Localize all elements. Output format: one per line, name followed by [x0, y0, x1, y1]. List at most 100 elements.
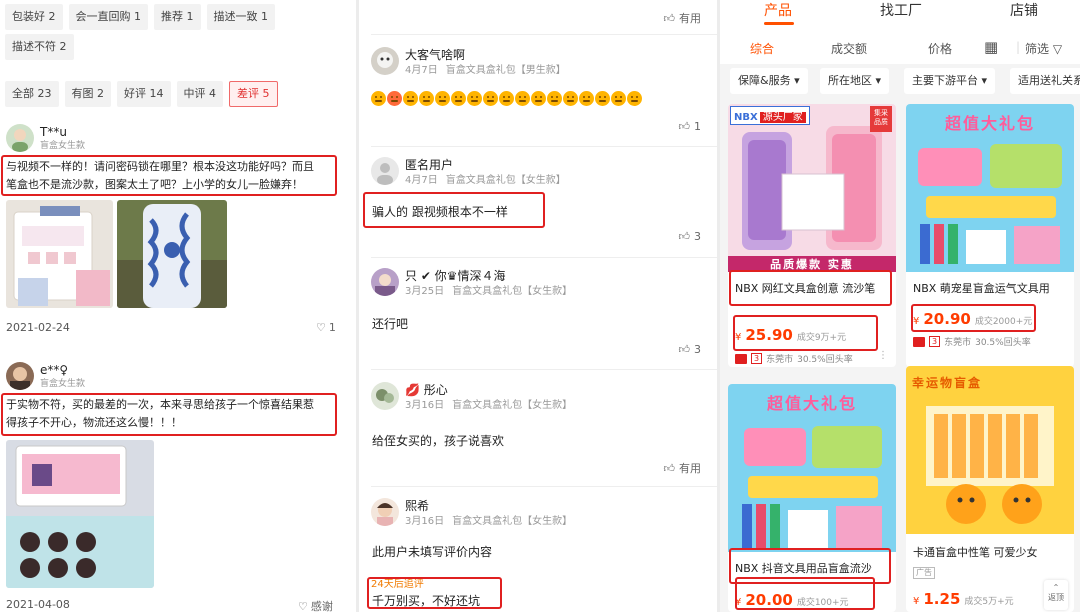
review-text: 给侄女买的，孩子说喜欢 [372, 434, 505, 448]
back-to-top-label: 返顶 [1048, 593, 1064, 602]
sales-volume: 成交5万+元 [964, 597, 1014, 607]
highlight-box [729, 270, 892, 306]
avatar[interactable] [371, 47, 399, 75]
back-to-top-button[interactable]: ⌃ 返顶 [1044, 580, 1068, 610]
review-text: 还行吧 [372, 317, 409, 331]
avatar[interactable] [371, 498, 399, 526]
separator [371, 369, 717, 370]
product-title[interactable]: 卡通盲盒中性笔 可爱少女 [913, 544, 1038, 560]
product-image[interactable]: 超值大礼包 [728, 384, 896, 552]
reviewer-name: 熙希 [405, 499, 430, 513]
grid-view-icon[interactable]: ▦ [984, 38, 998, 56]
product-card[interactable]: 幸运物盲盒 卡通盲盒中性笔 可爱少女 广告 ¥ 1.25 成交5万+元 ⌃ 返顶 [906, 366, 1074, 612]
top-bar: 产品 找工厂 店铺 综合 成交额 价格 ▦ | 筛选 ▽ [720, 0, 1080, 64]
location-row: 3 东莞市 30.5%回头率 [913, 335, 1031, 348]
tag-chip[interactable]: 描述不符 2 [5, 34, 74, 60]
review-date: 3月25日 [405, 286, 445, 297]
useful-button[interactable]: 👍︎ 有用 [664, 460, 702, 476]
heart-icon: ♡ [298, 599, 308, 612]
filter-button[interactable]: 筛选 ▽ [1025, 40, 1062, 57]
active-tab-indicator [764, 22, 794, 25]
review-text: 骗人的 跟视频根本不一样 [372, 205, 508, 219]
avatar[interactable] [371, 157, 399, 185]
tag-chip[interactable]: 包装好 2 [5, 4, 63, 30]
tab-shops[interactable]: 店铺 [1010, 0, 1038, 20]
price-row: ¥ 1.25 成交5万+元 [913, 590, 1014, 608]
thumb-up-icon: 👍︎ [663, 461, 676, 475]
thumb-up-icon: 👍︎ [678, 343, 691, 356]
review-text: 此用户未填写评价内容 [372, 545, 493, 559]
sort-comprehensive[interactable]: 综合 [750, 40, 774, 57]
thanks-button[interactable]: ♡ 感谢 [298, 598, 333, 612]
review-photo[interactable] [6, 440, 154, 588]
filter-with-photo[interactable]: 有图 2 [64, 81, 111, 107]
review-photo[interactable] [117, 200, 227, 308]
tag-chip[interactable]: 会一直回购 1 [68, 4, 148, 30]
tab-factories[interactable]: 找工厂 [880, 0, 922, 20]
brand-badge: NBX 源头厂家 [730, 106, 810, 125]
like-button[interactable]: 👍︎ 3 [679, 230, 702, 243]
review-photo[interactable] [6, 200, 113, 308]
shop-level-icon [913, 336, 925, 347]
ad-row: 广告 [913, 567, 935, 579]
tag-chip[interactable]: 描述一致 1 [206, 4, 275, 30]
emoji-icon [499, 91, 514, 106]
funnel-icon: ▽ [1049, 42, 1063, 56]
rating-filter-row: 全部 23 有图 2 好评 14 中评 4 差评 5 [5, 81, 278, 107]
filter-positive[interactable]: 好评 14 [117, 81, 171, 107]
tab-products[interactable]: 产品 [764, 0, 792, 20]
location: 东莞市 [766, 355, 794, 365]
emoji-icon [611, 91, 626, 106]
filter-platform[interactable]: 主要下游平台 ▾ [904, 68, 996, 94]
tag-chip[interactable]: 推荐 1 [154, 4, 201, 30]
brand-label: NBX [734, 112, 758, 123]
avatar[interactable] [371, 382, 399, 410]
like-button[interactable]: 👍︎ 1 [679, 120, 702, 133]
emoji-icon [483, 91, 498, 106]
product-image[interactable]: 超值大礼包 [906, 104, 1074, 272]
useful-button[interactable]: 👍︎ 有用 [664, 10, 702, 26]
location: 东莞市 [944, 338, 972, 348]
avatar[interactable] [6, 124, 34, 152]
highlight-box [733, 315, 878, 351]
review-date: 4月7日 [405, 175, 438, 186]
like-button[interactable]: 👍︎ 3 [679, 343, 702, 356]
quality-corner-badge: 集采 品质 [870, 106, 892, 132]
highlight-box [911, 304, 1036, 332]
thumb-up-icon: 👍︎ [663, 11, 676, 25]
like-button[interactable]: ♡ 1 [316, 321, 336, 334]
avatar[interactable] [371, 268, 399, 296]
filter-neutral[interactable]: 中评 4 [176, 81, 223, 107]
tag-chip-row: 包装好 2 会一直回购 1 推荐 1 描述一致 1 [5, 4, 275, 30]
avatar[interactable] [6, 362, 34, 390]
repeat-rate: 30.5%回头率 [797, 355, 853, 365]
review-date: 3月16日 [405, 516, 445, 527]
filter-all[interactable]: 全部 23 [5, 81, 59, 107]
reviewer-name: 只 ✔ 你♛情深４海 [405, 269, 506, 283]
review-header: 只 ✔ 你♛情深４海 3月25日 盲盒文具盒礼包【女生款】 [371, 268, 580, 299]
reviewer-name: 大客气啥啊 [405, 48, 466, 62]
emoji-icon [579, 91, 594, 106]
emoji-icon [547, 91, 562, 106]
sort-turnover[interactable]: 成交额 [831, 40, 867, 57]
useful-label: 有用 [679, 12, 701, 25]
shop-level-icon [735, 353, 747, 364]
product-title[interactable]: NBX 萌宠星盲盒运气文具用 [913, 280, 1050, 296]
review-spec: 盲盒文具盒礼包【女生款】 [445, 175, 566, 186]
filter-negative[interactable]: 差评 5 [229, 81, 278, 107]
tag-chip-row-2: 描述不符 2 [5, 34, 74, 60]
useful-label: 有用 [679, 462, 701, 475]
filter-gift[interactable]: 适用送礼关系 [1010, 68, 1080, 94]
separator [371, 257, 717, 258]
more-icon[interactable]: ⋮ [878, 350, 888, 361]
emoji-icon [627, 91, 642, 106]
sort-price[interactable]: 价格 [928, 40, 952, 57]
emoji-icon [531, 91, 546, 106]
filter-region[interactable]: 所在地区 ▾ [820, 68, 890, 94]
filter-guarantee[interactable]: 保障&服务 ▾ [730, 68, 808, 94]
reviewer-name: e**♀ [40, 363, 69, 377]
review-spec: 盲盒文具盒礼包【女生款】 [452, 400, 573, 411]
arrow-up-icon: ⌃ [1052, 583, 1060, 592]
product-image[interactable]: 幸运物盲盒 [906, 366, 1074, 534]
image-banner: 超值大礼包 [944, 114, 1035, 133]
